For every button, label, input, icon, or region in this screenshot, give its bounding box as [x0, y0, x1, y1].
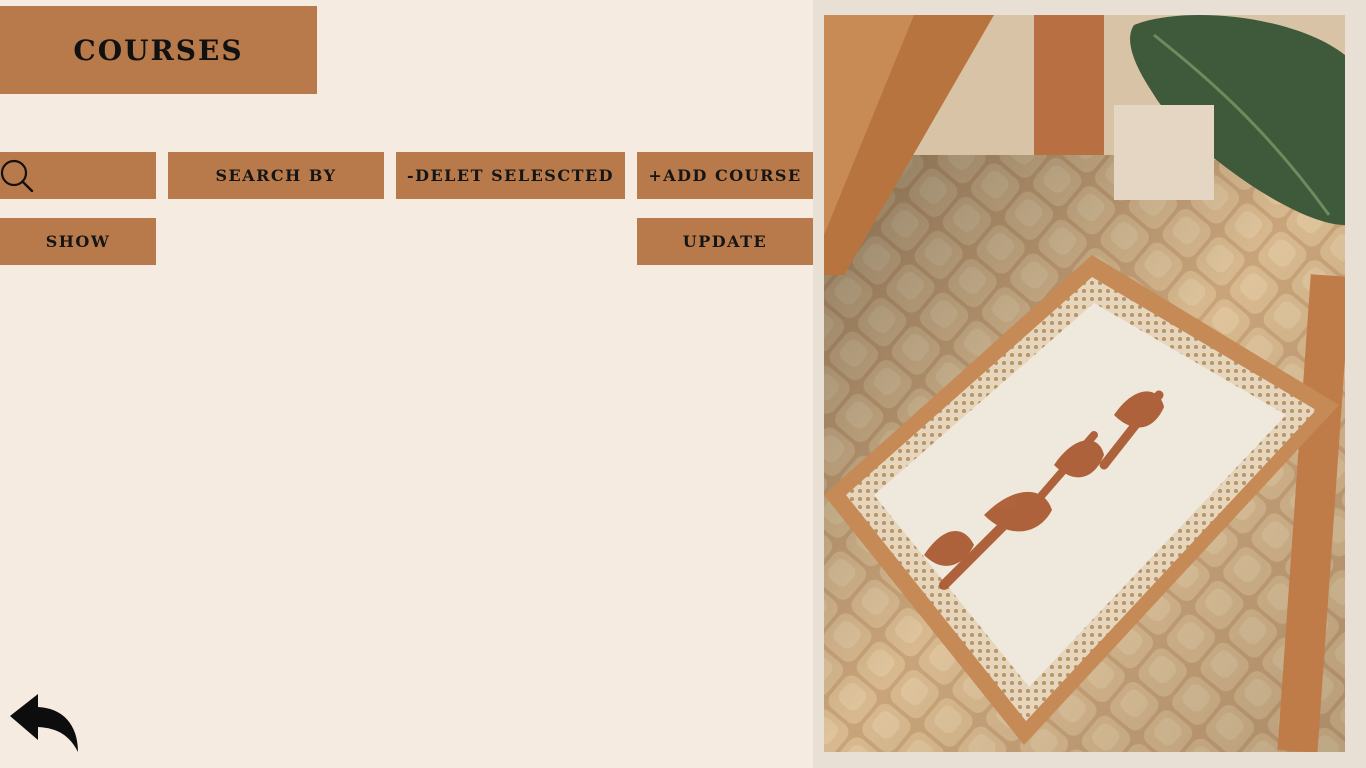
add-course-button[interactable]: +ADD COURSE	[637, 152, 813, 199]
show-button[interactable]: SHOW	[0, 218, 156, 265]
page-title-box: COURSES	[0, 6, 317, 94]
update-button[interactable]: UPDATE	[637, 218, 813, 265]
search-icon	[0, 159, 34, 192]
page-title: COURSES	[73, 33, 244, 67]
courses-page: COURSES SEARCH BY -DELET SELESCTED +ADD …	[0, 0, 1366, 768]
search-field[interactable]	[40, 160, 152, 192]
search-input[interactable]	[0, 152, 156, 199]
main-panel: COURSES SEARCH BY -DELET SELESCTED +ADD …	[0, 0, 813, 768]
search-by-button[interactable]: SEARCH BY	[168, 152, 384, 199]
delete-selected-button[interactable]: -DELET SELESCTED	[396, 152, 625, 199]
calligraphy-photo	[824, 15, 1345, 752]
reply-arrow-icon[interactable]	[8, 690, 80, 754]
